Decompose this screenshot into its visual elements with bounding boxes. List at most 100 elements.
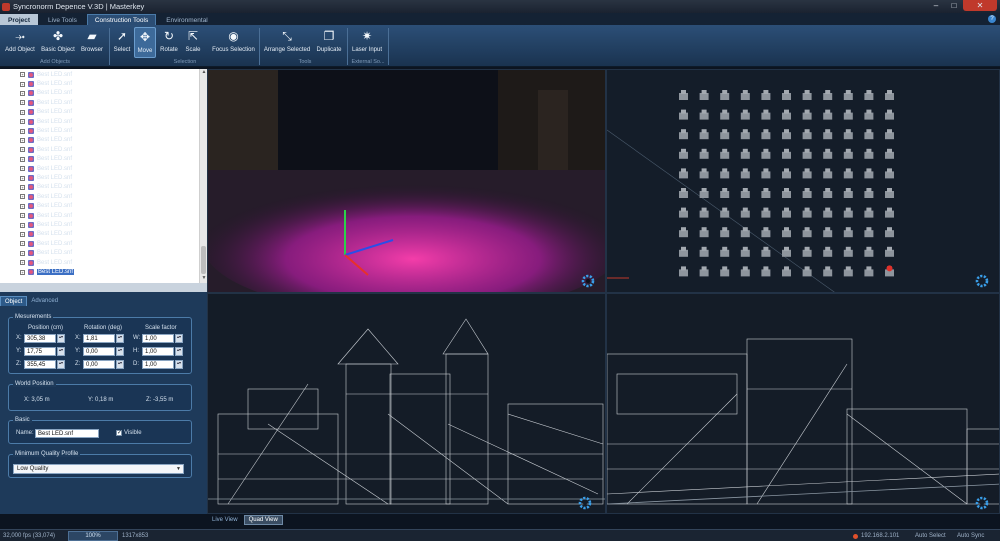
fixture-marker[interactable] (761, 266, 771, 277)
tab-live-view[interactable]: Live View (208, 515, 242, 525)
fixture-marker[interactable] (823, 129, 833, 140)
fixture-marker[interactable] (699, 227, 709, 238)
fixture-marker[interactable] (802, 266, 812, 277)
expand-icon[interactable]: + (20, 241, 25, 247)
expand-icon[interactable]: + (20, 137, 25, 143)
gear-icon[interactable] (581, 274, 595, 288)
fixture-marker[interactable] (885, 168, 894, 179)
tab-advanced[interactable]: Advanced (27, 296, 62, 306)
fixture-marker[interactable] (823, 207, 833, 218)
fixture-marker[interactable] (802, 109, 812, 120)
tree-item[interactable]: + Best LED.snf (20, 164, 72, 173)
fixture-marker[interactable] (740, 227, 750, 238)
position-x-field[interactable]: 305,38 (24, 334, 56, 343)
tree-item[interactable]: + Best LED.snf (20, 155, 72, 164)
fixture-marker[interactable] (740, 129, 750, 140)
scale-d-field[interactable]: 1,00 (142, 360, 174, 369)
tree-item[interactable]: + Best LED.snf (20, 230, 72, 239)
expand-icon[interactable]: + (20, 81, 25, 87)
help-icon[interactable]: ? (988, 15, 996, 23)
fixture-marker[interactable] (885, 90, 894, 100)
rotation-z-field[interactable]: 0,00 (83, 360, 115, 369)
fixture-marker[interactable] (679, 246, 688, 257)
fixture-marker[interactable] (823, 266, 833, 277)
position-y-field[interactable]: 17,75 (24, 347, 56, 356)
fixture-marker[interactable] (740, 188, 750, 198)
expand-icon[interactable]: + (20, 147, 25, 153)
rotation-y-field[interactable]: 0,00 (83, 347, 115, 356)
rotation-y-spinner[interactable]: ▴▾ (116, 347, 124, 356)
scale-w-spinner[interactable]: ▴▾ (175, 334, 183, 343)
arrange-selected-button[interactable]: ⤡ Arrange Selected (263, 27, 311, 58)
fixture-marker[interactable] (802, 188, 812, 198)
fixture-marker[interactable] (740, 168, 750, 179)
fixture-marker[interactable] (679, 129, 688, 140)
tree-item[interactable]: + Best LED.snf (20, 192, 72, 201)
fixture-marker[interactable] (864, 168, 874, 179)
fixture-marker[interactable] (679, 168, 688, 179)
auto-sync-toggle[interactable]: Auto Sync (957, 531, 984, 541)
expand-icon[interactable]: + (20, 175, 25, 181)
fixture-marker[interactable] (885, 129, 894, 140)
tree-item[interactable]: + Best LED.snf (20, 98, 72, 107)
fixture-marker[interactable] (720, 109, 730, 120)
rotation-z-spinner[interactable]: ▴▾ (116, 360, 124, 369)
maximize-button[interactable]: □ (945, 0, 963, 11)
tab-project[interactable]: Project (0, 14, 39, 25)
fixture-marker[interactable] (699, 129, 709, 140)
expand-icon[interactable]: + (20, 128, 25, 134)
scale-h-spinner[interactable]: ▴▾ (175, 347, 183, 356)
fixture-marker[interactable] (802, 207, 812, 218)
move-button[interactable]: ✥ Move (134, 27, 156, 58)
fixture-marker[interactable] (864, 207, 874, 218)
fixture-marker[interactable] (761, 168, 771, 179)
scale-w-field[interactable]: 1,00 (142, 334, 174, 343)
fixture-marker[interactable] (699, 148, 709, 159)
expand-icon[interactable]: + (20, 231, 25, 237)
tree-item[interactable]: + Best LED.snf (20, 145, 72, 154)
browser-button[interactable]: ▰ Browser (80, 27, 104, 58)
zoom-level[interactable]: 100% (68, 531, 118, 541)
fixture-marker[interactable] (802, 168, 812, 179)
fixture-marker[interactable] (843, 246, 853, 257)
fixture-marker[interactable] (802, 148, 812, 159)
visible-checkbox[interactable]: ✓ (116, 430, 122, 436)
expand-icon[interactable]: + (20, 90, 25, 96)
viewport-front[interactable] (207, 293, 606, 514)
fixture-marker[interactable] (720, 148, 730, 159)
fixture-marker[interactable] (843, 90, 853, 100)
fixture-marker[interactable] (782, 168, 791, 179)
fixture-marker[interactable] (720, 188, 730, 198)
expand-icon[interactable]: + (20, 194, 25, 200)
expand-icon[interactable]: + (20, 72, 25, 78)
fixture-marker[interactable] (782, 109, 791, 120)
fixture-marker[interactable] (761, 90, 771, 100)
fixture-marker[interactable] (885, 148, 894, 159)
tree-item[interactable]: + Best LED.snf (20, 89, 72, 98)
fixture-marker[interactable] (679, 207, 688, 218)
fixture-marker[interactable] (802, 90, 812, 100)
duplicate-button[interactable]: ❐ Duplicate (314, 27, 344, 58)
fixture-marker[interactable] (699, 188, 709, 198)
expand-icon[interactable]: + (20, 203, 25, 209)
fixture-marker[interactable] (802, 246, 812, 257)
fixture-marker[interactable] (864, 129, 874, 140)
fixture-marker[interactable] (740, 246, 750, 257)
tree-item[interactable]: + Best LED.snf (20, 220, 72, 229)
scale-button[interactable]: ⇱ Scale (183, 27, 203, 58)
gear-icon[interactable] (975, 496, 989, 510)
fixture-marker[interactable] (740, 90, 750, 100)
fixture-marker[interactable] (720, 168, 730, 179)
expand-icon[interactable]: + (20, 260, 25, 266)
fixture-marker[interactable] (720, 90, 730, 100)
tree-item[interactable]: + Best LED.snf (20, 173, 72, 182)
fixture-marker[interactable] (885, 109, 894, 120)
fixture-marker[interactable] (782, 246, 791, 257)
fixture-marker[interactable] (720, 129, 730, 140)
tree-item[interactable]: + Best LED.snf (20, 108, 72, 117)
expand-icon[interactable]: + (20, 250, 25, 256)
tree-item[interactable]: + Best LED.snf (20, 136, 72, 145)
tree-item[interactable]: + Best LED.snf (20, 202, 72, 211)
fixture-marker[interactable] (782, 266, 791, 277)
tree-item[interactable]: + Best LED.snf (20, 126, 72, 135)
